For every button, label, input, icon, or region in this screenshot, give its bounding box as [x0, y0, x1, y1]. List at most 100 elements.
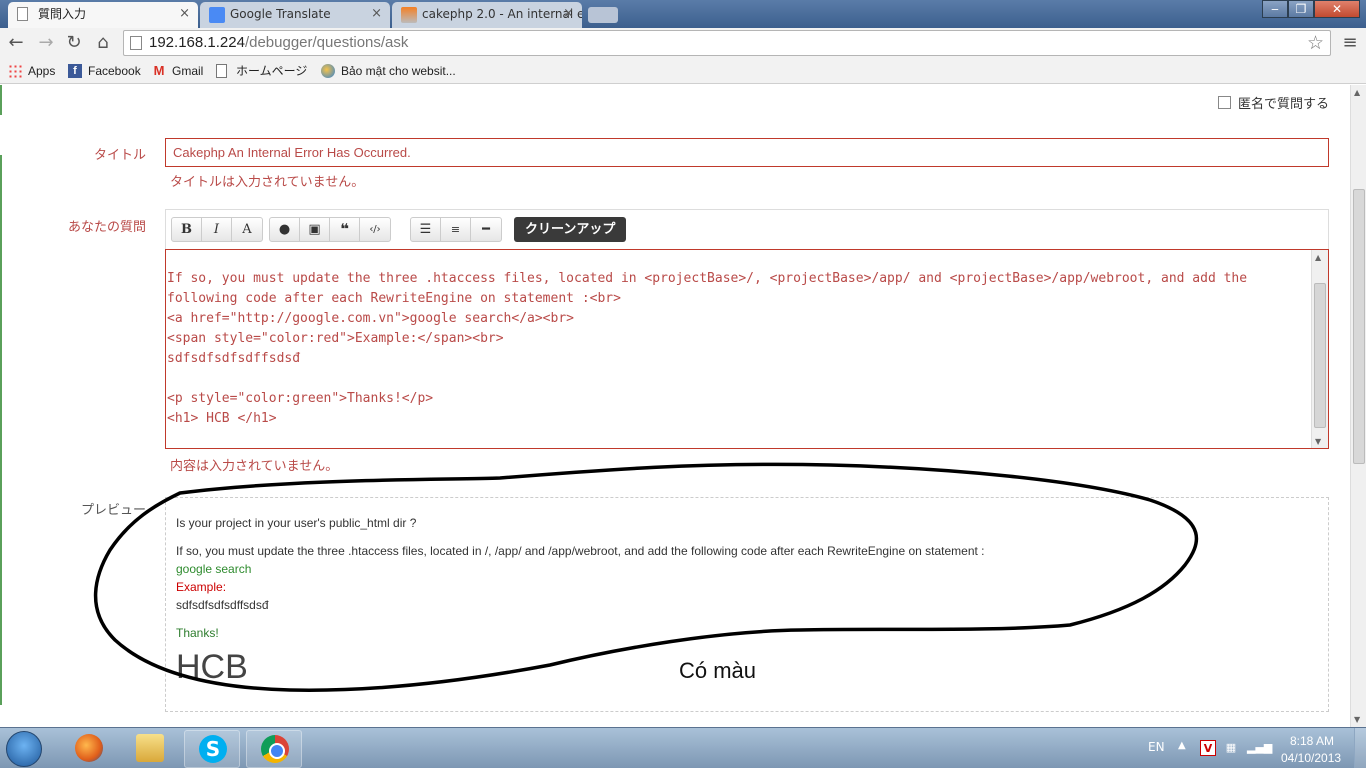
clock-date[interactable]: 04/10/2013	[1281, 751, 1341, 765]
reload-icon[interactable]: ↻	[62, 31, 86, 55]
taskbar-firefox[interactable]	[61, 730, 117, 768]
tab-title: cakephp 2.0 - An internal error	[422, 7, 582, 21]
firefox-icon	[75, 734, 103, 762]
preview-paragraph: If so, you must update the three .htacce…	[176, 544, 985, 558]
scrollbar-thumb[interactable]	[1314, 283, 1326, 428]
close-window-button[interactable]: ✕	[1314, 0, 1360, 18]
antivirus-tray-icon[interactable]: V	[1200, 740, 1216, 756]
anonymous-label[interactable]: 匿名で質問する	[1238, 93, 1329, 112]
list-button-group: ☰ ≡ ━	[410, 217, 502, 242]
chrome-icon	[261, 735, 289, 763]
preview-google-link[interactable]: google search	[176, 562, 251, 576]
page-icon	[17, 7, 28, 21]
editor-line: <p style="color:green">Thanks!</p>	[167, 391, 434, 406]
bullet-list-icon[interactable]: ☰	[411, 218, 441, 241]
browser-tab-strip: 質問入力 × Google Translate × cakephp 2.0 - …	[0, 0, 1366, 28]
folder-icon	[136, 734, 164, 762]
skype-icon: S	[199, 735, 227, 763]
code-icon[interactable]: ‹/›	[360, 218, 390, 241]
preview-heading: HCB	[176, 648, 248, 686]
taskbar-explorer[interactable]	[122, 730, 178, 768]
annotation-text: Có màu	[679, 658, 757, 683]
close-tab-icon[interactable]: ×	[179, 2, 190, 26]
question-label: あなたの質問	[67, 220, 146, 235]
scroll-down-icon[interactable]: ▼	[1315, 437, 1321, 446]
bookmark-label: Gmail	[172, 64, 204, 78]
tab-question-input[interactable]: 質問入力 ×	[8, 2, 198, 28]
preview-thanks: Thanks!	[176, 626, 219, 640]
stackoverflow-icon	[401, 7, 417, 23]
font-button[interactable]: A	[232, 218, 262, 241]
close-tab-icon[interactable]: ×	[371, 2, 382, 26]
apps-grid-icon	[8, 64, 22, 78]
bookmark-star-icon[interactable]: ☆	[1307, 32, 1324, 54]
show-desktop-button[interactable]	[1354, 728, 1366, 768]
tab-google-translate[interactable]: Google Translate ×	[200, 2, 390, 28]
scroll-down-icon[interactable]: ▼	[1354, 715, 1360, 724]
link-globe-icon[interactable]: ●	[270, 218, 300, 241]
address-bar[interactable]: 192.168.1.224/debugger/questions/ask ☆	[123, 30, 1331, 56]
bookmark-label: Facebook	[88, 64, 141, 78]
windows-start-button[interactable]	[6, 731, 42, 767]
editor-line: <h1> HCB </h1>	[167, 411, 277, 426]
forward-arrow-icon[interactable]: →	[34, 31, 58, 55]
scroll-up-icon[interactable]: ▲	[1315, 253, 1321, 262]
cleanup-button[interactable]: クリーンアップ	[514, 217, 627, 242]
new-tab-button[interactable]	[588, 7, 618, 23]
horizontal-rule-icon[interactable]: ━	[471, 218, 501, 241]
italic-button[interactable]: I	[202, 218, 232, 241]
bookmark-gmail[interactable]: M Gmail	[152, 62, 204, 80]
tab-title: 質問入力	[38, 7, 87, 21]
gmail-icon: M	[153, 63, 165, 78]
tab-cakephp[interactable]: cakephp 2.0 - An internal error ×	[392, 2, 582, 28]
preview-text-line: sdfsdfsdfsdffsdsđ	[176, 598, 269, 612]
preview-label: プレビュー	[80, 503, 146, 518]
image-icon[interactable]: ▣	[300, 218, 330, 241]
anonymous-checkbox[interactable]	[1218, 96, 1231, 109]
windows-taskbar: S EN ▲ V ▦ ▂▄▆ 8:18 AM 04/10/2013	[0, 727, 1366, 768]
minimize-button[interactable]: ‒	[1262, 0, 1288, 18]
numbered-list-icon[interactable]: ≡	[441, 218, 471, 241]
url-host: 192.168.1.224	[149, 34, 245, 51]
title-error-message: タイトルは入力されていません。	[170, 175, 365, 190]
insert-button-group: ● ▣ ❝ ‹/›	[269, 217, 391, 242]
bookmark-homepage[interactable]: ホームページ	[216, 62, 307, 80]
signal-strength-icon[interactable]: ▂▄▆	[1247, 740, 1272, 756]
maximize-button[interactable]: ❐	[1288, 0, 1314, 18]
url-text[interactable]: 192.168.1.224/debugger/questions/ask	[149, 33, 408, 53]
taskbar-chrome[interactable]	[246, 730, 302, 768]
title-input[interactable]: Cakephp An Internal Error Has Occurred.	[165, 138, 1329, 167]
editor-scrollbar[interactable]: ▲ ▼	[1311, 250, 1328, 448]
taskbar-skype[interactable]: S	[184, 730, 240, 768]
editor-line: <a href="http://google.com.vn">google se…	[167, 311, 574, 326]
editor-line: following code after each RewriteEngine …	[167, 291, 621, 306]
facebook-icon: f	[68, 64, 82, 78]
bookmark-apps[interactable]: Apps	[8, 62, 55, 80]
preview-example-span: Example:	[176, 580, 227, 594]
quote-icon[interactable]: ❝	[330, 218, 360, 241]
show-hidden-icons-icon[interactable]: ▲	[1178, 740, 1186, 751]
scrollbar-thumb[interactable]	[1353, 189, 1365, 464]
close-tab-icon[interactable]: ×	[563, 2, 574, 26]
body-error-message: 内容は入力されていません。	[170, 459, 339, 474]
title-label: タイトル	[93, 148, 146, 163]
chrome-menu-icon[interactable]: ≡	[1340, 31, 1360, 55]
home-icon[interactable]: ⌂	[91, 31, 115, 55]
editor-toolbar: B I A ● ▣ ❝ ‹/› ☰ ≡ ━ クリーンアップ	[165, 209, 1329, 249]
scroll-up-icon[interactable]: ▲	[1354, 88, 1360, 97]
browser-toolbar: ← → ↻ ⌂ 192.168.1.224/debugger/questions…	[0, 28, 1366, 58]
left-accent-bar	[0, 85, 2, 115]
format-button-group: B I A	[171, 217, 263, 242]
bookmark-bao-mat[interactable]: Bảo mật cho websit...	[321, 62, 456, 80]
back-arrow-icon[interactable]: ←	[4, 31, 28, 55]
question-textarea[interactable]: If so, you must update the three .htacce…	[165, 249, 1329, 449]
language-indicator[interactable]: EN	[1148, 740, 1165, 754]
network-icon[interactable]: ▦	[1223, 740, 1239, 756]
clock-time[interactable]: 8:18 AM	[1290, 734, 1334, 748]
bold-button[interactable]: B	[172, 218, 202, 241]
page-scrollbar[interactable]: ▲ ▼	[1350, 85, 1366, 727]
question-body-text[interactable]: If so, you must update the three .htacce…	[166, 250, 1310, 429]
left-accent-bar	[0, 155, 2, 705]
bookmark-facebook[interactable]: f Facebook	[68, 62, 141, 80]
